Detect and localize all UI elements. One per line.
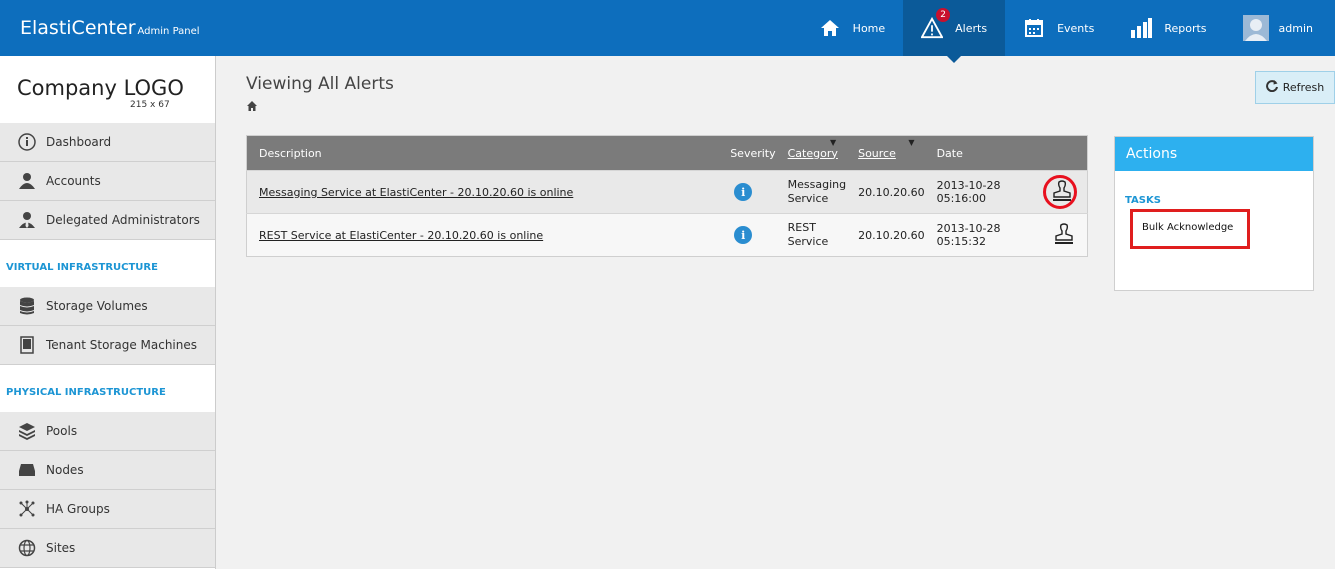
nav-reports[interactable]: Reports — [1112, 0, 1224, 56]
top-bar: ElastiCenter Admin Panel Home 2 Alerts Ev… — [0, 0, 1335, 63]
sidebar-item-label: Delegated Administrators — [46, 213, 200, 227]
alerts-table: Description Severity Category ▼ Source ▼ D… — [246, 135, 1088, 257]
alert-source: 20.10.20.60 — [846, 213, 925, 257]
category-line: Service — [787, 192, 829, 205]
page-title: Viewing All Alerts — [246, 74, 394, 94]
network-icon — [18, 500, 36, 518]
sidebar-item-label: Storage Volumes — [46, 299, 148, 313]
alert-category: Messaging Service — [788, 178, 846, 206]
table-row: Messaging Service at ElastiCenter - 20.1… — [246, 170, 1088, 214]
alert-description-link[interactable]: Messaging Service at ElastiCenter - 20.1… — [259, 186, 573, 199]
sidebar-item-label: Dashboard — [46, 135, 112, 149]
sidebar-item-storage-volumes[interactable]: Storage Volumes — [0, 287, 215, 326]
alert-category: REST Service — [788, 221, 846, 249]
sidebar-item-label: HA Groups — [46, 502, 110, 516]
brand-title: ElastiCenter — [20, 17, 136, 39]
brand-subtitle: Admin Panel — [137, 26, 200, 37]
highlight-circle — [1042, 175, 1077, 209]
actions-title: Actions — [1115, 137, 1313, 171]
sidebar-item-pools[interactable]: Pools — [0, 412, 215, 451]
sidebar-item-label: Sites — [46, 541, 76, 555]
source-sort-link[interactable]: Source — [858, 147, 896, 160]
alert-date: 2013-10-28 05:16:00 — [924, 170, 1041, 214]
category-line: REST — [787, 221, 816, 234]
column-header-actions — [1040, 135, 1088, 171]
layers-icon — [18, 422, 36, 440]
info-circle-icon — [18, 133, 36, 151]
avatar — [1242, 15, 1269, 41]
category-sort-link[interactable]: Category — [788, 147, 838, 160]
column-header-date: Date — [924, 135, 1041, 171]
severity-header-label: Severity — [730, 146, 776, 160]
sidebar-item-delegated-administrators[interactable]: Delegated Administrators — [0, 201, 215, 240]
nav-reports-label: Reports — [1164, 21, 1207, 35]
sidebar-item-sites[interactable]: Sites — [0, 529, 215, 568]
user-icon — [18, 172, 36, 190]
drive-icon — [18, 461, 36, 479]
nav-events-label: Events — [1057, 21, 1095, 35]
column-header-category[interactable]: Category ▼ — [775, 135, 847, 171]
sidebar-item-tenant-storage-machines[interactable]: Tenant Storage Machines — [0, 326, 215, 365]
sidebar-item-accounts[interactable]: Accounts — [0, 162, 215, 201]
home-icon — [819, 17, 841, 39]
sidebar-item-nodes[interactable]: Nodes — [0, 451, 215, 490]
breadcrumb-home-icon[interactable] — [247, 96, 257, 115]
table-header-row: Description Severity Category ▼ Source ▼ D… — [246, 135, 1088, 171]
sort-caret-icon: ▼ — [908, 138, 915, 147]
acknowledge-stamp-icon[interactable] — [1053, 222, 1075, 248]
sidebar-item-label: Tenant Storage Machines — [46, 338, 198, 352]
sidebar-item-dashboard[interactable]: Dashboard — [0, 123, 215, 162]
bulk-acknowledge-button[interactable]: Bulk Acknowledge — [1130, 209, 1250, 249]
refresh-icon — [1265, 79, 1278, 96]
refresh-label: Refresh — [1282, 81, 1325, 94]
alert-source: 20.10.20.60 — [846, 170, 925, 214]
column-header-severity: Severity — [720, 135, 776, 171]
globe-icon — [18, 539, 36, 557]
tasks-label: TASKS — [1125, 195, 1161, 206]
nav-home-label: Home — [852, 21, 886, 35]
bar-chart-icon — [1130, 17, 1153, 39]
logo-title: Company LOGO — [17, 76, 184, 100]
database-icon — [18, 297, 36, 315]
server-icon — [18, 336, 36, 354]
brand[interactable]: ElastiCenter Admin Panel — [20, 17, 200, 39]
sidebar-item-ha-groups[interactable]: HA Groups — [0, 490, 215, 529]
severity-info-icon: i — [734, 226, 753, 244]
column-header-source[interactable]: Source ▼ — [846, 135, 925, 171]
table-row: REST Service at ElastiCenter - 20.10.20.… — [246, 213, 1088, 257]
calendar-icon — [1023, 17, 1045, 39]
column-header-description: Description — [246, 135, 721, 171]
nav-user-menu[interactable]: admin — [1225, 0, 1335, 56]
nav-alerts-label: Alerts — [955, 21, 988, 35]
sort-caret-icon: ▼ — [829, 138, 837, 147]
actions-panel: Actions TASKS Bulk Acknowledge — [1114, 136, 1314, 291]
sidebar-item-label: Accounts — [46, 174, 101, 188]
user-tie-icon — [18, 211, 36, 229]
nav-user-label: admin — [1278, 21, 1313, 35]
top-nav: Home 2 Alerts Events Reports admin — [801, 0, 1335, 63]
alert-date: 2013-10-28 05:15:32 — [924, 213, 1041, 257]
sidebar-item-label: Pools — [46, 424, 78, 438]
sidebar-item-label: Nodes — [46, 463, 84, 477]
section-virtual-infrastructure: VIRTUAL INFRASTRUCTURE — [0, 240, 215, 287]
alert-description-link[interactable]: REST Service at ElastiCenter - 20.10.20.… — [259, 229, 543, 242]
nav-events[interactable]: Events — [1005, 0, 1112, 56]
nav-home[interactable]: Home — [801, 0, 903, 56]
sidebar: Company LOGO 215 x 67 Dashboard Accounts… — [0, 56, 216, 569]
severity-info-icon: i — [734, 183, 753, 201]
category-line: Messaging — [787, 178, 847, 191]
logo-size: 215 x 67 — [130, 100, 170, 110]
nav-alerts[interactable]: 2 Alerts — [903, 0, 1006, 63]
category-line: Service — [787, 235, 829, 248]
refresh-button[interactable]: Refresh — [1255, 71, 1335, 104]
alerts-count-badge: 2 — [936, 8, 951, 22]
section-physical-infrastructure: PHYSICAL INFRASTRUCTURE — [0, 365, 215, 412]
company-logo: Company LOGO 215 x 67 — [0, 56, 215, 123]
